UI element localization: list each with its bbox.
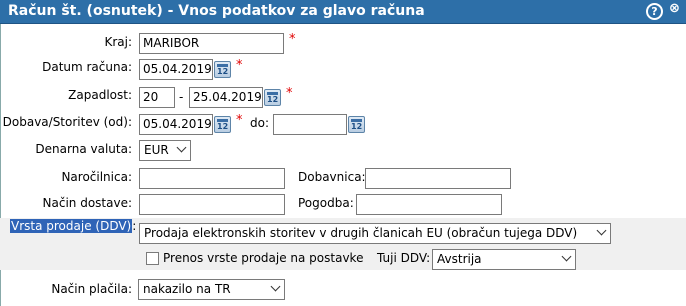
nacin-dostave-input[interactable] [139, 194, 285, 215]
calendar-icon[interactable] [214, 61, 231, 78]
zapadlost-label: Zapadlost: [68, 88, 132, 102]
kraj-input[interactable]: MARIBOR [139, 33, 284, 54]
close-icon[interactable]: ⊗ [666, 2, 683, 20]
denarna-valuta-value: EUR [144, 143, 169, 157]
vrsta-prodaje-label-text: Vrsta prodaje (DDV) [10, 219, 133, 233]
vrsta-prodaje-value: Prodaja elektronskih storitev v drugih č… [144, 226, 578, 240]
vrsta-prodaje-label: Vrsta prodaje (DDV): [10, 219, 136, 233]
dobava-do-input[interactable] [273, 114, 347, 135]
required-marker: * [289, 32, 296, 47]
vrsta-prodaje-colon: : [132, 219, 137, 233]
dobava-label: Dobava/Storitev (od): [2, 115, 132, 129]
nacin-placila-value: nakazilo na TR [143, 282, 231, 296]
vrsta-prodaje-select[interactable]: Prodaja elektronskih storitev v drugih č… [139, 223, 611, 244]
calendar-icon[interactable] [264, 89, 281, 106]
dobava-do-label: do: [250, 116, 270, 130]
prenos-checkbox[interactable] [146, 252, 159, 265]
narocilnica-label: Naročilnica: [61, 170, 132, 184]
window-title: Račun št. (osnutek) - Vnos podatkov za g… [8, 3, 425, 19]
denarna-valuta-label: Denarna valuta: [35, 142, 132, 156]
chevron-down-icon [176, 142, 187, 153]
tuji-ddv-value: Avstrija [437, 252, 482, 266]
zapadlost-date-input[interactable]: 25.04.2019 [189, 87, 263, 108]
calendar-icon[interactable] [214, 116, 231, 133]
pogodba-label: Pogodba: [298, 196, 354, 210]
prenos-label: Prenos vrste prodaje na postavke [163, 251, 364, 265]
tuji-ddv-label: Tuji DDV: [377, 251, 431, 265]
nacin-placila-select[interactable]: nakazilo na TR [138, 279, 285, 300]
required-marker: * [236, 58, 243, 73]
calendar-icon[interactable] [348, 116, 365, 133]
kraj-label: Kraj: [104, 35, 132, 49]
zapadlost-days-input[interactable]: 20 [139, 87, 175, 108]
tuji-ddv-select[interactable]: Avstrija [432, 249, 576, 270]
pogodba-input[interactable] [356, 194, 502, 215]
denarna-valuta-select[interactable]: EUR [139, 140, 191, 161]
chevron-down-icon [596, 225, 607, 236]
dobavnica-label: Dobavnica: [298, 170, 366, 184]
datum-racuna-label: Datum računa: [42, 60, 132, 74]
dobavnica-input[interactable] [365, 168, 511, 189]
nacin-placila-label: Način plačila: [51, 282, 132, 296]
narocilnica-input[interactable] [139, 168, 285, 189]
chevron-down-icon [561, 251, 572, 262]
dobava-od-input[interactable]: 05.04.2019 [139, 114, 213, 135]
zapadlost-dash: - [179, 90, 184, 104]
datum-racuna-input[interactable]: 05.04.2019 [139, 59, 213, 80]
help-icon[interactable]: ? [646, 3, 663, 20]
required-marker: * [236, 113, 243, 128]
required-marker: * [286, 86, 293, 101]
title-bar: Račun št. (osnutek) - Vnos podatkov za g… [0, 0, 686, 24]
nacin-dostave-label: Način dostave: [42, 196, 132, 210]
chevron-down-icon [270, 281, 281, 292]
